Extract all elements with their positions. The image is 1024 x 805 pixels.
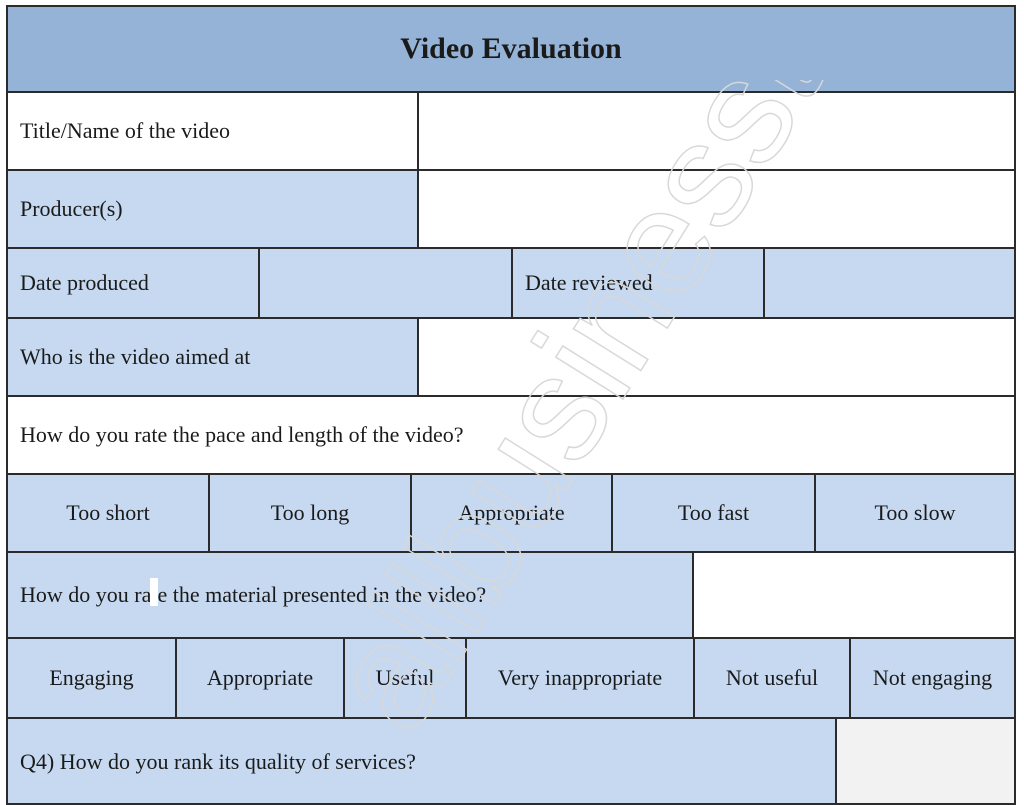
material-option-engaging[interactable]: Engaging	[8, 639, 177, 719]
pace-option-too-short[interactable]: Too short	[8, 475, 210, 553]
video-evaluation-form: Video Evaluation Title/Name of the video…	[6, 5, 1016, 805]
audience-input[interactable]	[419, 319, 1014, 397]
material-option-very-inappropriate[interactable]: Very inappropriate	[467, 639, 695, 719]
date-reviewed-label: Date reviewed	[513, 249, 765, 319]
text-cursor	[150, 578, 158, 606]
pace-option-appropriate[interactable]: Appropriate	[412, 475, 613, 553]
producer-label: Producer(s)	[8, 171, 419, 249]
quality-question: Q4) How do you rank its quality of servi…	[8, 719, 837, 805]
title-input[interactable]	[419, 93, 1014, 171]
date-produced-label: Date produced	[8, 249, 260, 319]
title-label: Title/Name of the video	[8, 93, 419, 171]
pace-option-too-fast[interactable]: Too fast	[613, 475, 816, 553]
material-option-not-useful[interactable]: Not useful	[695, 639, 851, 719]
pace-option-too-slow[interactable]: Too slow	[816, 475, 1014, 553]
pace-question: How do you rate the pace and length of t…	[8, 397, 1014, 475]
material-option-appropriate[interactable]: Appropriate	[177, 639, 345, 719]
date-produced-input[interactable]	[260, 249, 513, 319]
audience-label: Who is the video aimed at	[8, 319, 419, 397]
material-question: How do you rate the material presented i…	[8, 553, 694, 639]
material-option-useful[interactable]: Useful	[345, 639, 467, 719]
pace-option-too-long[interactable]: Too long	[210, 475, 412, 553]
quality-answer-input[interactable]	[837, 719, 1014, 805]
material-answer-input[interactable]	[694, 553, 1014, 639]
producer-input[interactable]	[419, 171, 1014, 249]
material-option-not-engaging[interactable]: Not engaging	[851, 639, 1014, 719]
date-reviewed-input[interactable]	[765, 249, 1014, 319]
form-title: Video Evaluation	[8, 7, 1014, 93]
